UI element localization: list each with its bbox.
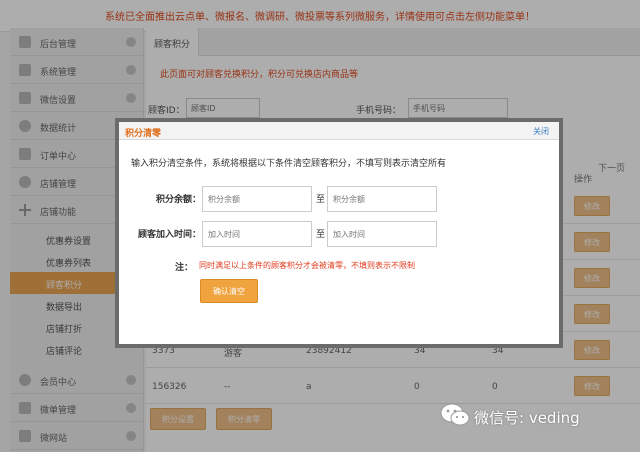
note-text: 同时满足以上条件的顾客积分才会被清零，不填则表示不限制 — [199, 261, 415, 270]
wechat-icon — [440, 403, 470, 426]
confirm-clear-button[interactable]: 确认清空 — [200, 279, 258, 303]
note-label: 注： — [174, 263, 193, 273]
clear-points-dialog: 积分清零 关闭 输入积分清空条件，系统将根据以下条件清空顾客积分，不填写则表示清… — [115, 118, 563, 348]
join-time-label: 顾客加入时间： — [137, 230, 201, 240]
dialog-description: 输入积分清空条件，系统将根据以下条件清空顾客积分，不填写则表示清空所有 — [131, 159, 447, 169]
dialog-title-bar: 积分清零 关闭 — [119, 122, 559, 140]
balance-from-input[interactable] — [202, 186, 312, 212]
join-time-from-input[interactable] — [202, 221, 312, 247]
join-time-to-input[interactable] — [327, 221, 437, 247]
balance-label: 积分余额： — [155, 195, 201, 205]
watermark-text: 微信号: veding — [474, 409, 580, 427]
balance-to-input[interactable] — [327, 186, 437, 212]
dialog-close-button[interactable]: 关闭 — [533, 126, 549, 137]
dialog-title: 积分清零 — [125, 129, 162, 139]
balance-range-separator: 至 — [316, 195, 326, 205]
watermark: 微信号: veding — [440, 400, 636, 434]
join-time-range-separator: 至 — [316, 230, 326, 240]
